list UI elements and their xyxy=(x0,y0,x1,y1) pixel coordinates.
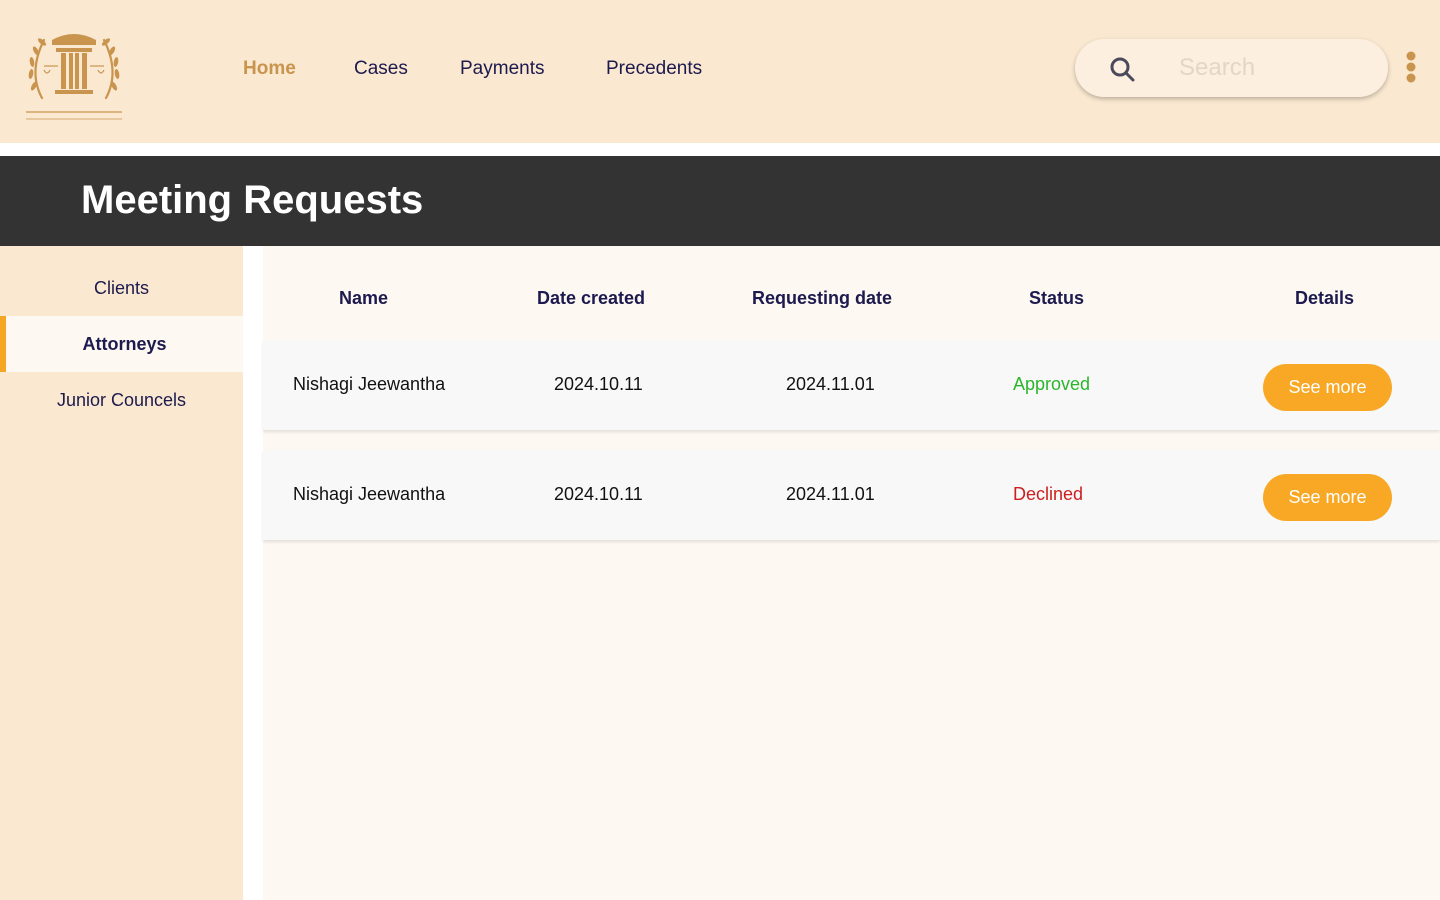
column-header-status: Status xyxy=(1029,288,1085,308)
search-icon[interactable] xyxy=(1109,56,1135,82)
nav-cases[interactable]: Cases xyxy=(354,58,408,80)
table-row: Nishagi Jeewantha 2024.10.11 2024.11.01 … xyxy=(263,340,1440,430)
see-more-button[interactable]: See more xyxy=(1263,474,1392,521)
meeting-requests-table: Name Date created Requesting date Status… xyxy=(263,246,1440,900)
table-row: Nishagi Jeewantha 2024.10.11 2024.11.01 … xyxy=(263,450,1440,540)
column-header-details: Details xyxy=(1295,288,1355,308)
column-header-requesting-date: Requesting date xyxy=(752,288,893,308)
cell-requesting-date: 2024.11.01 xyxy=(786,374,875,394)
cell-date-created: 2024.10.11 xyxy=(554,484,643,504)
sidebar-item-attorneys[interactable]: Attorneys xyxy=(0,316,243,372)
column-header-date-created: Date created xyxy=(537,288,646,308)
cell-date-created: 2024.10.11 xyxy=(554,374,643,394)
sidebar: Clients Attorneys Junior Councels xyxy=(0,246,243,900)
column-header-name: Name xyxy=(339,288,389,308)
nav-precedents[interactable]: Precedents xyxy=(606,58,702,80)
status-badge: Approved xyxy=(1013,374,1091,394)
sidebar-item-junior-councels[interactable]: Junior Councels xyxy=(0,372,243,428)
nav-payments[interactable]: Payments xyxy=(460,58,544,80)
more-vertical-icon[interactable] xyxy=(1400,50,1422,86)
page-title: Meeting Requests xyxy=(81,178,424,222)
cell-requesting-date: 2024.11.01 xyxy=(786,484,875,504)
search-box[interactable] xyxy=(1075,39,1388,97)
search-input[interactable] xyxy=(1179,51,1369,85)
cell-name: Nishagi Jeewantha xyxy=(293,484,446,504)
top-navigation-bar: Home Cases Payments Precedents xyxy=(0,0,1440,143)
themis-logo[interactable] xyxy=(22,20,126,122)
nav-home[interactable]: Home xyxy=(243,58,296,80)
page-title-bar: Meeting Requests xyxy=(0,156,1440,246)
sidebar-item-clients[interactable]: Clients xyxy=(0,260,243,316)
status-badge: Declined xyxy=(1013,484,1084,504)
cell-name: Nishagi Jeewantha xyxy=(293,374,446,394)
see-more-button[interactable]: See more xyxy=(1263,364,1392,411)
